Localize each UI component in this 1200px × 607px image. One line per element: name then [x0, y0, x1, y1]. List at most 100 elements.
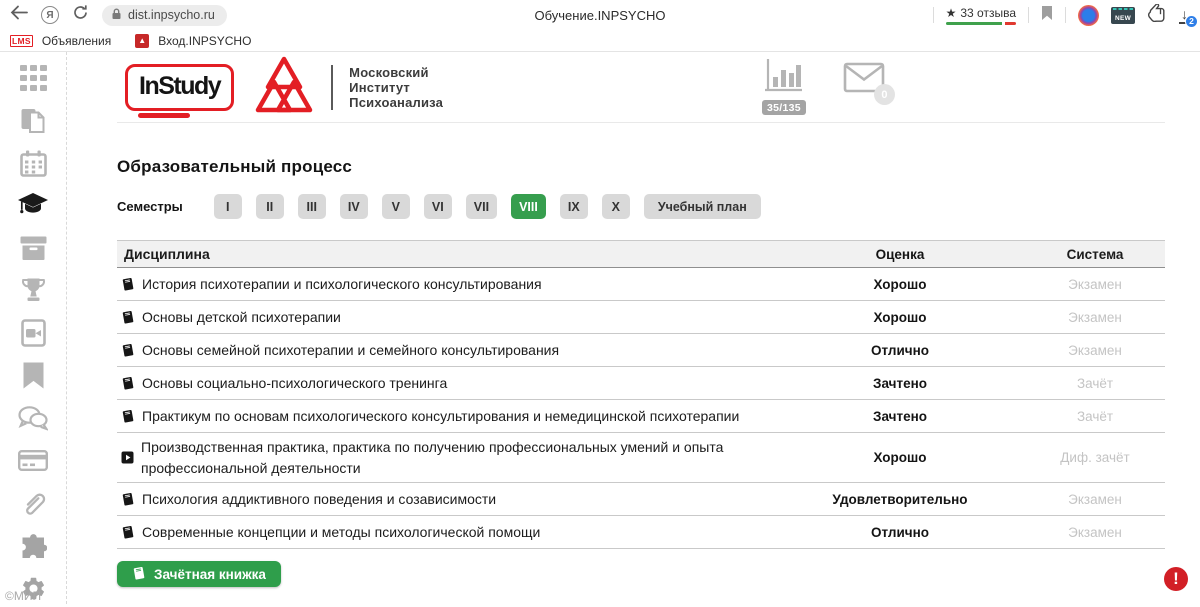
curriculum-button[interactable]: Учебный план	[644, 194, 761, 219]
sidebar-item-attachments[interactable]	[21, 492, 46, 519]
divider	[1028, 7, 1029, 23]
book-icon	[121, 409, 135, 423]
bookmark-login[interactable]: Вход.INPSYCHO	[158, 34, 251, 48]
column-header-grade: Оценка	[775, 247, 1025, 262]
sidebar-item-payments[interactable]	[18, 450, 48, 477]
instudy-logo[interactable]: InStudy	[125, 64, 234, 111]
discipline-link[interactable]: Практикум по основам психологического ко…	[142, 406, 739, 426]
system-value: Экзамен	[1025, 492, 1165, 507]
table-row: Практикум по основам психологического ко…	[117, 400, 1165, 433]
page-title: Образовательный процесс	[117, 157, 1165, 177]
grade-value: Хорошо	[775, 310, 1025, 325]
table-row: Современные концепции и методы психологи…	[117, 516, 1165, 549]
glove-extension-icon[interactable]	[1147, 4, 1167, 27]
paperclip-icon	[21, 490, 46, 522]
browser-profile-icon[interactable]: Я	[41, 6, 59, 24]
bookmarks-bar: LMS Объявления ▲ Вход.INPSYCHO	[0, 30, 1200, 52]
calendar-icon	[20, 150, 47, 182]
site-reviews[interactable]: ★ 33 отзыва	[946, 6, 1016, 25]
grade-value: Хорошо	[775, 277, 1025, 292]
mail-button[interactable]: 0	[843, 62, 885, 98]
grade-value: Отлично	[775, 343, 1025, 358]
bookmark-icon[interactable]	[1041, 5, 1053, 26]
table-row: Производственная практика, практика по п…	[117, 433, 1165, 483]
star-icon: ★	[946, 6, 957, 20]
bookmark-flag-icon	[22, 362, 45, 394]
sidebar-item-calendar[interactable]	[20, 152, 47, 179]
progress-badge: 35/135	[762, 100, 806, 115]
mail-badge: 0	[874, 84, 895, 105]
disciplines-table: Дисциплина Оценка Система История психот…	[117, 240, 1165, 549]
table-row: Основы социально-психологического тренин…	[117, 367, 1165, 400]
grade-value: Зачтено	[775, 376, 1025, 391]
gradebook-button[interactable]: Зачётная книжка	[117, 561, 281, 587]
semester-tab-5[interactable]: V	[382, 194, 410, 219]
sidebar-item-extras[interactable]	[20, 535, 47, 562]
back-icon[interactable]	[10, 5, 28, 25]
archive-box-icon	[20, 236, 47, 265]
sidebar-item-dashboard[interactable]	[20, 67, 47, 94]
mip-triangles-logo[interactable]	[253, 56, 315, 118]
refresh-icon[interactable]	[72, 4, 89, 26]
lms-favicon: LMS	[10, 35, 33, 47]
discipline-link[interactable]: Основы социально-психологического тренин…	[142, 373, 447, 393]
sidebar-item-achievements[interactable]	[20, 280, 47, 307]
extension-avatar-icon[interactable]	[1078, 5, 1099, 26]
semester-tab-2[interactable]: II	[256, 194, 284, 219]
discipline-link[interactable]: История психотерапии и психологического …	[142, 274, 542, 294]
semester-tab-1[interactable]: I	[214, 194, 242, 219]
divider	[933, 7, 934, 23]
semester-tab-6[interactable]: VI	[424, 194, 452, 219]
video-file-icon	[21, 319, 46, 352]
site-header: InStudy Московский Институт Психоанализа	[117, 52, 1165, 123]
bookmark-announcements[interactable]: Объявления	[42, 34, 111, 48]
system-value: Экзамен	[1025, 277, 1165, 292]
chat-icon	[18, 406, 48, 436]
copyright-label: ©МИП	[5, 589, 41, 603]
main-content: InStudy Московский Институт Психоанализа	[67, 52, 1200, 604]
sidebar-item-archive[interactable]	[20, 237, 47, 264]
semester-tab-9[interactable]: IX	[560, 194, 588, 219]
divider	[1065, 7, 1066, 23]
sidebar-item-education[interactable]	[17, 195, 49, 222]
play-icon	[121, 451, 134, 464]
table-row: История психотерапии и психологического …	[117, 268, 1165, 301]
sidebar-item-video[interactable]	[21, 322, 46, 349]
grade-value: Отлично	[775, 525, 1025, 540]
system-value: Зачёт	[1025, 376, 1165, 391]
semester-tab-10[interactable]: X	[602, 194, 630, 219]
downloads-badge: 2	[1185, 15, 1198, 28]
semester-tab-3[interactable]: III	[298, 194, 326, 219]
grade-value: Удовлетворительно	[775, 492, 1025, 507]
system-value: Диф. зачёт	[1025, 450, 1165, 465]
discipline-link[interactable]: Психология аддиктивного поведения и соза…	[142, 489, 496, 509]
system-value: Экзамен	[1025, 343, 1165, 358]
semester-tab-8-active[interactable]: VIII	[511, 194, 546, 219]
table-row: Основы детской психотерапии Хорошо Экзам…	[117, 301, 1165, 334]
book-icon	[121, 492, 135, 506]
sidebar: ©МИП	[0, 52, 67, 604]
logo-divider	[331, 65, 333, 110]
semester-tab-7[interactable]: VII	[466, 194, 497, 219]
new-extension-icon[interactable]: NEW	[1111, 7, 1135, 24]
discipline-link[interactable]: Современные концепции и методы психологи…	[142, 522, 540, 542]
downloads-icon[interactable]: ↓ 2	[1179, 7, 1190, 24]
progress-stats-button[interactable]: 35/135	[762, 58, 806, 115]
discipline-link[interactable]: Основы семейной психотерапии и семейного…	[142, 340, 559, 360]
sidebar-item-documents[interactable]	[21, 110, 46, 137]
discipline-link[interactable]: Производственная практика, практика по п…	[141, 437, 763, 478]
address-bar[interactable]: dist.inpsycho.ru	[102, 5, 227, 26]
system-value: Экзамен	[1025, 310, 1165, 325]
semester-tab-4[interactable]: IV	[340, 194, 368, 219]
column-header-system: Система	[1025, 247, 1165, 262]
sidebar-item-messages[interactable]	[18, 407, 48, 434]
discipline-link[interactable]: Основы детской психотерапии	[142, 307, 341, 327]
alert-notification-icon[interactable]: !	[1164, 567, 1188, 591]
sidebar-item-bookmarks[interactable]	[22, 365, 45, 392]
bar-chart-icon	[765, 58, 803, 98]
grade-value: Хорошо	[775, 450, 1025, 465]
table-header-row: Дисциплина Оценка Система	[117, 241, 1165, 268]
book-icon	[121, 376, 135, 390]
instudy-logo-text: InStudy	[139, 72, 220, 100]
semesters-label: Семестры	[117, 199, 183, 214]
